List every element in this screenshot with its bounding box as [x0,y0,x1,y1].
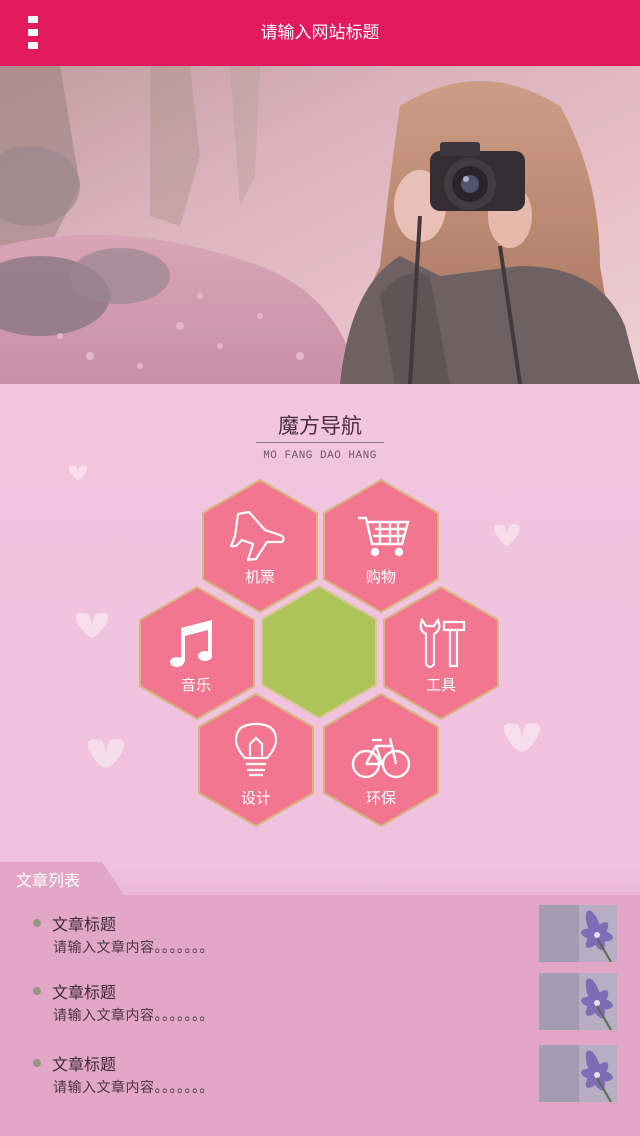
nav-item-music[interactable]: 音乐 [139,585,255,721]
article-title: 文章标题 [52,1055,117,1074]
nav-item-label: 环保 [366,789,396,807]
list-item[interactable]: 文章标题 请输入文章内容。。。。。。。 [0,963,640,1031]
article-tab-strip: 文章列表 [0,862,640,895]
app-header: 请输入网站标题 [0,0,640,66]
purple-flower-thumbnail[interactable] [539,1045,617,1102]
purple-flower-thumbnail[interactable] [539,905,617,962]
article-desc: 请输入文章内容。。。。。。。 [53,1080,214,1096]
nav-item-design[interactable]: 设计 [198,692,314,828]
nav-item-eco[interactable]: 环保 [323,692,439,828]
nav-item-label: 工具 [426,676,456,694]
article-title: 文章标题 [52,983,117,1002]
nav-item-label: 音乐 [181,676,211,694]
banner-image[interactable] [0,66,640,384]
tab-article-list-label: 文章列表 [16,871,81,890]
bullet-icon [33,1059,41,1067]
nav-item-shopping[interactable]: 购物 [323,478,439,614]
nav-item-label: 购物 [366,568,396,586]
article-desc: 请输入文章内容。。。。。。。 [53,940,214,956]
nav-title-divider [256,442,384,443]
nav-item-tools[interactable]: 工具 [383,585,499,721]
article-desc: 请输入文章内容。。。。。。。 [53,1008,214,1024]
nav-subtitle: MO FANG DAO HANG [263,450,377,462]
bullet-icon [33,987,41,995]
nav-item-label: 机票 [245,568,275,586]
list-item[interactable]: 文章标题 请输入文章内容。。。。。。。 [0,1035,640,1103]
nav-item-label: 设计 [241,789,271,807]
site-title: 请输入网站标题 [260,23,380,43]
bullet-icon [33,919,41,927]
purple-flower-thumbnail[interactable] [539,973,617,1030]
tab-article-list[interactable]: 文章列表 [0,862,124,895]
nav-item-flights[interactable]: 机票 [202,478,318,614]
article-title: 文章标题 [52,915,117,934]
article-section: 文章列表 文章标题 请输入文章内容。。。。。。。 文章标题 请输入文章内容。。。… [0,862,640,1136]
nav-section: 机票 购物 音乐 工具 设计 环保 魔方导航 MO FANG DAO HANG [0,384,640,862]
list-item[interactable]: 文章标题 请输入文章内容。。。。。。。 [0,895,640,963]
center-hexagon [261,584,377,720]
nav-title: 魔方导航 [278,414,362,438]
